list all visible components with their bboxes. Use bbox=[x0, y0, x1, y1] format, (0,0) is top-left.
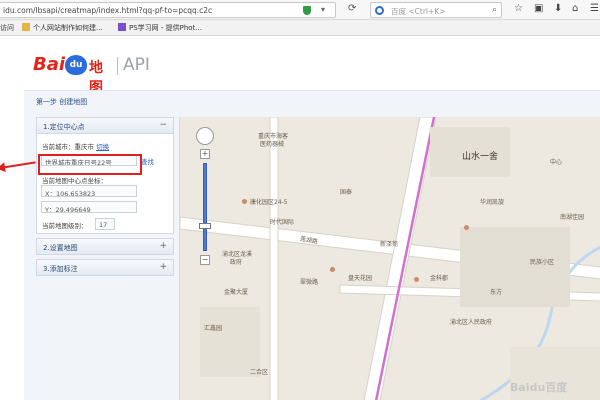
page: Bai du 地图 API 第一步 创建地图 1.定位中心点 − 当前城市：重庆… bbox=[0, 36, 600, 400]
map-label: 盘天花园 bbox=[348, 275, 373, 282]
poi-marker[interactable] bbox=[242, 199, 247, 204]
expand-icon[interactable]: + bbox=[159, 241, 167, 251]
map-label: 山水一舍 bbox=[462, 152, 499, 162]
map-label: 汇鑫园 bbox=[204, 325, 223, 332]
section-locate-center-body: 当前城市：重庆市 切换 世界城市重庆日号22号 查找 当前地图中心点坐标： X：… bbox=[36, 134, 174, 234]
address-bar[interactable]: idu.com/lbsapi/creatmap/index.html?qq-pf… bbox=[0, 2, 336, 18]
baidu-watermark: Baidu百度 bbox=[510, 381, 568, 394]
search-box[interactable]: 百度 <Ctrl+K> ⌕ bbox=[370, 2, 502, 18]
main-content: 第一步 创建地图 1.定位中心点 − 当前城市：重庆市 切换 世界城市重庆日号2… bbox=[24, 90, 600, 400]
zoom-slider[interactable] bbox=[203, 163, 207, 251]
x-coordinate-field[interactable]: X：106.653823 bbox=[41, 185, 137, 197]
find-button[interactable]: 查找 bbox=[141, 156, 154, 166]
map-label: 康化园区24-5 bbox=[250, 199, 288, 206]
download-icon[interactable]: ⬇ bbox=[554, 3, 562, 14]
poi-marker[interactable] bbox=[414, 277, 419, 282]
home-icon[interactable]: ⌂ bbox=[572, 3, 578, 14]
pan-control[interactable] bbox=[196, 127, 214, 145]
map-label: 国泰 bbox=[340, 189, 353, 196]
reading-list-icon[interactable]: ▣ bbox=[534, 3, 543, 14]
map-label: 南湖佳园 bbox=[560, 214, 585, 221]
current-city-label: 当前城市：重庆市 切换 bbox=[42, 143, 110, 151]
star-icon[interactable]: ☆ bbox=[514, 3, 523, 14]
search-engine-icon bbox=[375, 6, 384, 15]
poi-marker[interactable] bbox=[464, 225, 469, 230]
map-label: 时代国际 bbox=[270, 219, 295, 226]
search-icon[interactable]: ⌕ bbox=[492, 5, 497, 15]
menu-icon[interactable]: ☰ bbox=[590, 3, 599, 14]
breadcrumb: 第一步 创建地图 bbox=[36, 98, 88, 106]
bookmark-item[interactable]: 个人网站制作如何建... bbox=[22, 23, 103, 33]
baidu-paw-icon: du bbox=[65, 55, 87, 75]
map-label: 中心 bbox=[550, 159, 563, 166]
folder-icon bbox=[22, 23, 30, 31]
center-coord-label: 当前地图中心点坐标： bbox=[42, 177, 107, 185]
expand-icon[interactable]: + bbox=[159, 262, 167, 272]
zoom-out-button[interactable]: − bbox=[200, 255, 210, 265]
map-label: 二合区 bbox=[250, 369, 269, 376]
map-label: 金科郡 bbox=[430, 275, 449, 282]
map-label: 政府 bbox=[230, 259, 243, 266]
bookmarks-bar: 访问 个人网站制作如何建... PS学习网 - 提供Phot... bbox=[0, 20, 600, 36]
map-label: 医药器械 bbox=[260, 141, 285, 148]
zoom-slider-handle[interactable] bbox=[199, 223, 211, 229]
bookmark-item[interactable]: PS学习网 - 提供Phot... bbox=[118, 23, 202, 33]
map-label: 翠微路 bbox=[300, 279, 319, 286]
section-map-settings-header[interactable]: 2.设置地图 + bbox=[36, 238, 174, 255]
map-label: 新泽苑 bbox=[380, 241, 399, 248]
map-label: 渝北区人民政府 bbox=[450, 319, 493, 326]
browser-toolbar: idu.com/lbsapi/creatmap/index.html?qq-pf… bbox=[0, 0, 600, 20]
zoom-in-button[interactable]: + bbox=[200, 149, 210, 159]
chevron-down-icon[interactable]: ▾ bbox=[321, 5, 325, 14]
map-zoom-control[interactable]: + − bbox=[196, 127, 214, 267]
collapse-icon[interactable]: − bbox=[159, 120, 167, 130]
map-canvas[interactable]: + − 重庆市海客 医药器械 山水一舍 国泰 华润凯旋 中心 南湖佳园 康化园区… bbox=[179, 117, 600, 400]
map-label: 华润凯旋 bbox=[480, 199, 505, 206]
map-label: 民族小区 bbox=[530, 259, 555, 266]
bookmark-item[interactable]: 访问 bbox=[0, 23, 14, 33]
zoom-level-label: 当前地图级别： bbox=[42, 222, 88, 230]
address-text: idu.com/lbsapi/creatmap/index.html?qq-pf… bbox=[3, 6, 213, 15]
shield-icon[interactable] bbox=[303, 6, 311, 15]
ps-icon bbox=[118, 23, 126, 31]
y-coordinate-field[interactable]: Y：29.496649 bbox=[41, 201, 137, 213]
poi-marker[interactable] bbox=[330, 267, 335, 272]
search-placeholder: 百度 <Ctrl+K> bbox=[391, 7, 446, 16]
switch-city-link[interactable]: 切换 bbox=[96, 143, 109, 151]
map-label: 金聚大厦 bbox=[224, 289, 249, 296]
reload-icon[interactable]: ⟳ bbox=[348, 3, 356, 14]
map-label: 东方 bbox=[490, 289, 503, 296]
section-add-marker-header[interactable]: 3.添加标注 + bbox=[36, 259, 174, 276]
red-highlight-box bbox=[38, 154, 142, 175]
section-locate-center-header[interactable]: 1.定位中心点 − bbox=[36, 117, 174, 134]
zoom-level-field[interactable]: 17 bbox=[95, 218, 115, 230]
